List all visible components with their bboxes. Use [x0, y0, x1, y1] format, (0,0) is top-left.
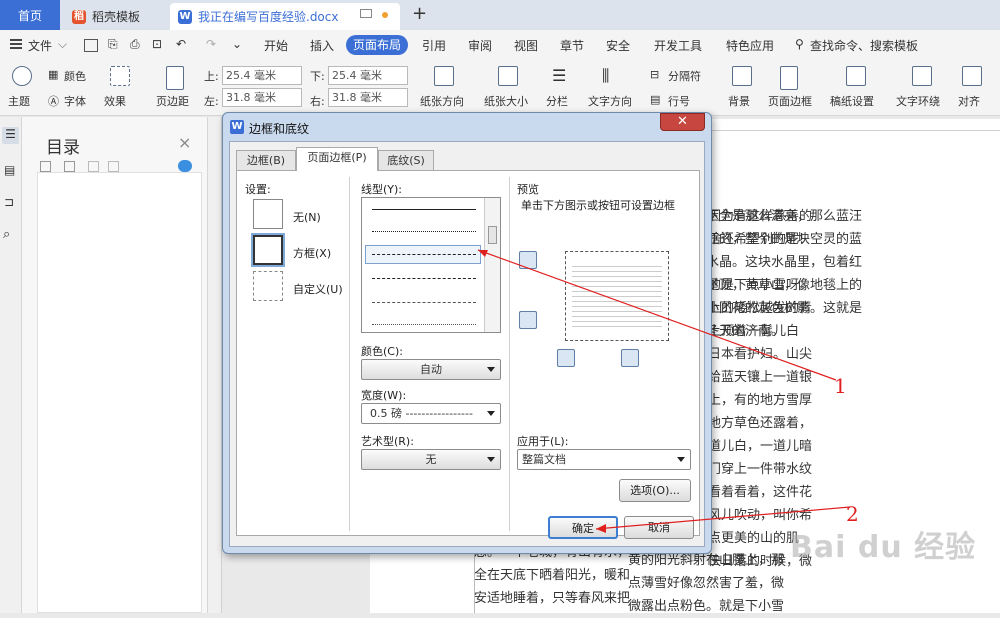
annotation-label-1: 1 — [834, 374, 847, 398]
tab-page-border[interactable]: 页面边框(P) — [296, 147, 378, 171]
arrowhead-1-icon — [478, 250, 488, 257]
arrowhead-2-icon — [596, 524, 606, 533]
baidu-watermark: Bai du 经验 — [790, 530, 977, 565]
annotation-arrow-1 — [477, 249, 837, 381]
